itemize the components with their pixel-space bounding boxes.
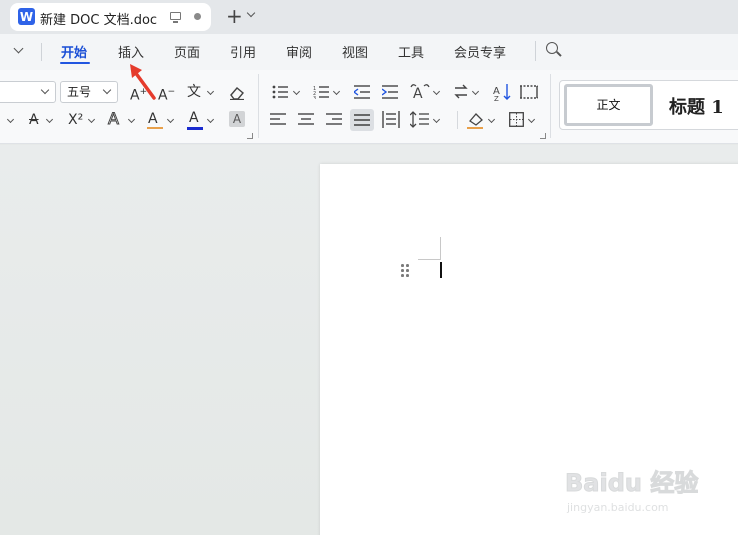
tab-member[interactable]: 会员专享 bbox=[454, 42, 506, 61]
align-left-icon[interactable] bbox=[270, 113, 286, 126]
paragraph-drag-handle-icon[interactable] bbox=[401, 264, 409, 277]
sort-icon[interactable]: AZ bbox=[493, 83, 511, 101]
watermark-brand: Baidu 经验 bbox=[564, 469, 699, 498]
text-effect-button[interactable]: A bbox=[108, 109, 120, 128]
highlighter-icon: A bbox=[148, 111, 158, 127]
new-tab-plus-icon[interactable]: + bbox=[226, 5, 243, 27]
font-color-button[interactable]: A bbox=[189, 110, 199, 126]
unsaved-dot-icon[interactable] bbox=[194, 13, 201, 20]
document-tab[interactable]: W 新建 DOC 文档.doc bbox=[10, 3, 211, 31]
ribbon-divider bbox=[550, 74, 551, 138]
style-heading1-button[interactable]: 标题 1 bbox=[669, 93, 724, 119]
character-shading-icon: A bbox=[232, 112, 242, 126]
tab-references[interactable]: 引用 bbox=[230, 42, 256, 61]
paragraph-dialog-launcher-icon[interactable] bbox=[540, 133, 546, 139]
font-dialog-launcher-icon[interactable] bbox=[247, 133, 253, 139]
ribbon-divider bbox=[258, 74, 259, 138]
svg-text:A: A bbox=[413, 86, 423, 100]
clear-format-eraser-icon[interactable] bbox=[229, 84, 245, 100]
font-size-dropdown[interactable]: 五号 bbox=[60, 81, 118, 103]
text-cursor bbox=[440, 262, 442, 278]
baidu-jingyan-watermark: Baidu 经验 jingyan.baidu.com bbox=[564, 455, 705, 525]
wps-writer-logo-icon: W bbox=[18, 8, 35, 25]
menu-bar bbox=[0, 34, 738, 70]
distributed-align-icon[interactable] bbox=[382, 111, 400, 128]
justify-button[interactable] bbox=[350, 109, 374, 131]
svg-text:Z: Z bbox=[494, 95, 499, 101]
chevron-down-icon bbox=[102, 85, 112, 95]
align-right-icon[interactable] bbox=[326, 113, 342, 126]
borders-icon[interactable] bbox=[509, 112, 524, 127]
tab-tools[interactable]: 工具 bbox=[398, 42, 424, 61]
justify-icon bbox=[354, 114, 370, 126]
strikethrough-button[interactable]: A bbox=[29, 112, 39, 128]
increase-indent-icon[interactable] bbox=[382, 85, 398, 99]
show-hide-marks-icon[interactable] bbox=[520, 85, 538, 99]
highlight-color-bar bbox=[147, 127, 163, 129]
monitor-icon[interactable] bbox=[170, 12, 181, 23]
margin-corner-mark bbox=[440, 237, 441, 259]
font-color-bar bbox=[187, 127, 203, 130]
tab-home[interactable]: 开始 bbox=[61, 42, 87, 61]
pinyin-icon: 文 bbox=[187, 84, 201, 100]
svg-text:3: 3 bbox=[313, 96, 316, 99]
document-tab-title: 新建 DOC 文档.doc bbox=[40, 13, 158, 28]
font-color-icon: A bbox=[189, 110, 199, 126]
annotation-arrow-icon bbox=[130, 64, 156, 100]
search-icon[interactable] bbox=[546, 42, 558, 54]
superscript-button[interactable]: X² bbox=[68, 112, 83, 128]
superscript-icon: X² bbox=[68, 112, 84, 128]
active-tab-underline bbox=[60, 62, 90, 64]
line-spacing-icon[interactable] bbox=[410, 111, 430, 128]
pinyin-guide-button[interactable]: 文 bbox=[187, 84, 201, 100]
shrink-font-button[interactable]: A− bbox=[158, 84, 175, 104]
tab-page[interactable]: 页面 bbox=[174, 42, 200, 61]
tab-view[interactable]: 视图 bbox=[342, 42, 368, 61]
chinese-layout-icon[interactable]: A bbox=[410, 83, 430, 100]
align-center-icon[interactable] bbox=[298, 113, 314, 126]
margin-corner-mark bbox=[418, 259, 441, 260]
menu-divider bbox=[535, 41, 536, 61]
decrease-indent-icon[interactable] bbox=[354, 85, 370, 99]
chevron-down-icon bbox=[40, 85, 50, 95]
character-shading-button[interactable]: A bbox=[229, 111, 245, 127]
paragraph-shading-icon[interactable] bbox=[467, 111, 485, 129]
text-effect-icon: A bbox=[108, 109, 120, 128]
highlight-button[interactable]: A bbox=[148, 111, 158, 127]
font-size-value: 五号 bbox=[67, 85, 92, 99]
ribbon-divider bbox=[457, 111, 458, 129]
menu-divider bbox=[41, 43, 42, 61]
numbered-list-icon[interactable]: 123 bbox=[313, 85, 331, 99]
text-direction-icon[interactable] bbox=[453, 84, 469, 100]
bullet-list-icon[interactable] bbox=[272, 85, 290, 99]
font-name-dropdown[interactable] bbox=[0, 81, 56, 103]
style-normal-button[interactable]: 正文 bbox=[564, 84, 653, 126]
strikethrough-icon: A bbox=[29, 112, 39, 128]
tab-review[interactable]: 审阅 bbox=[286, 42, 312, 61]
watermark-url: jingyan.baidu.com bbox=[567, 501, 669, 514]
